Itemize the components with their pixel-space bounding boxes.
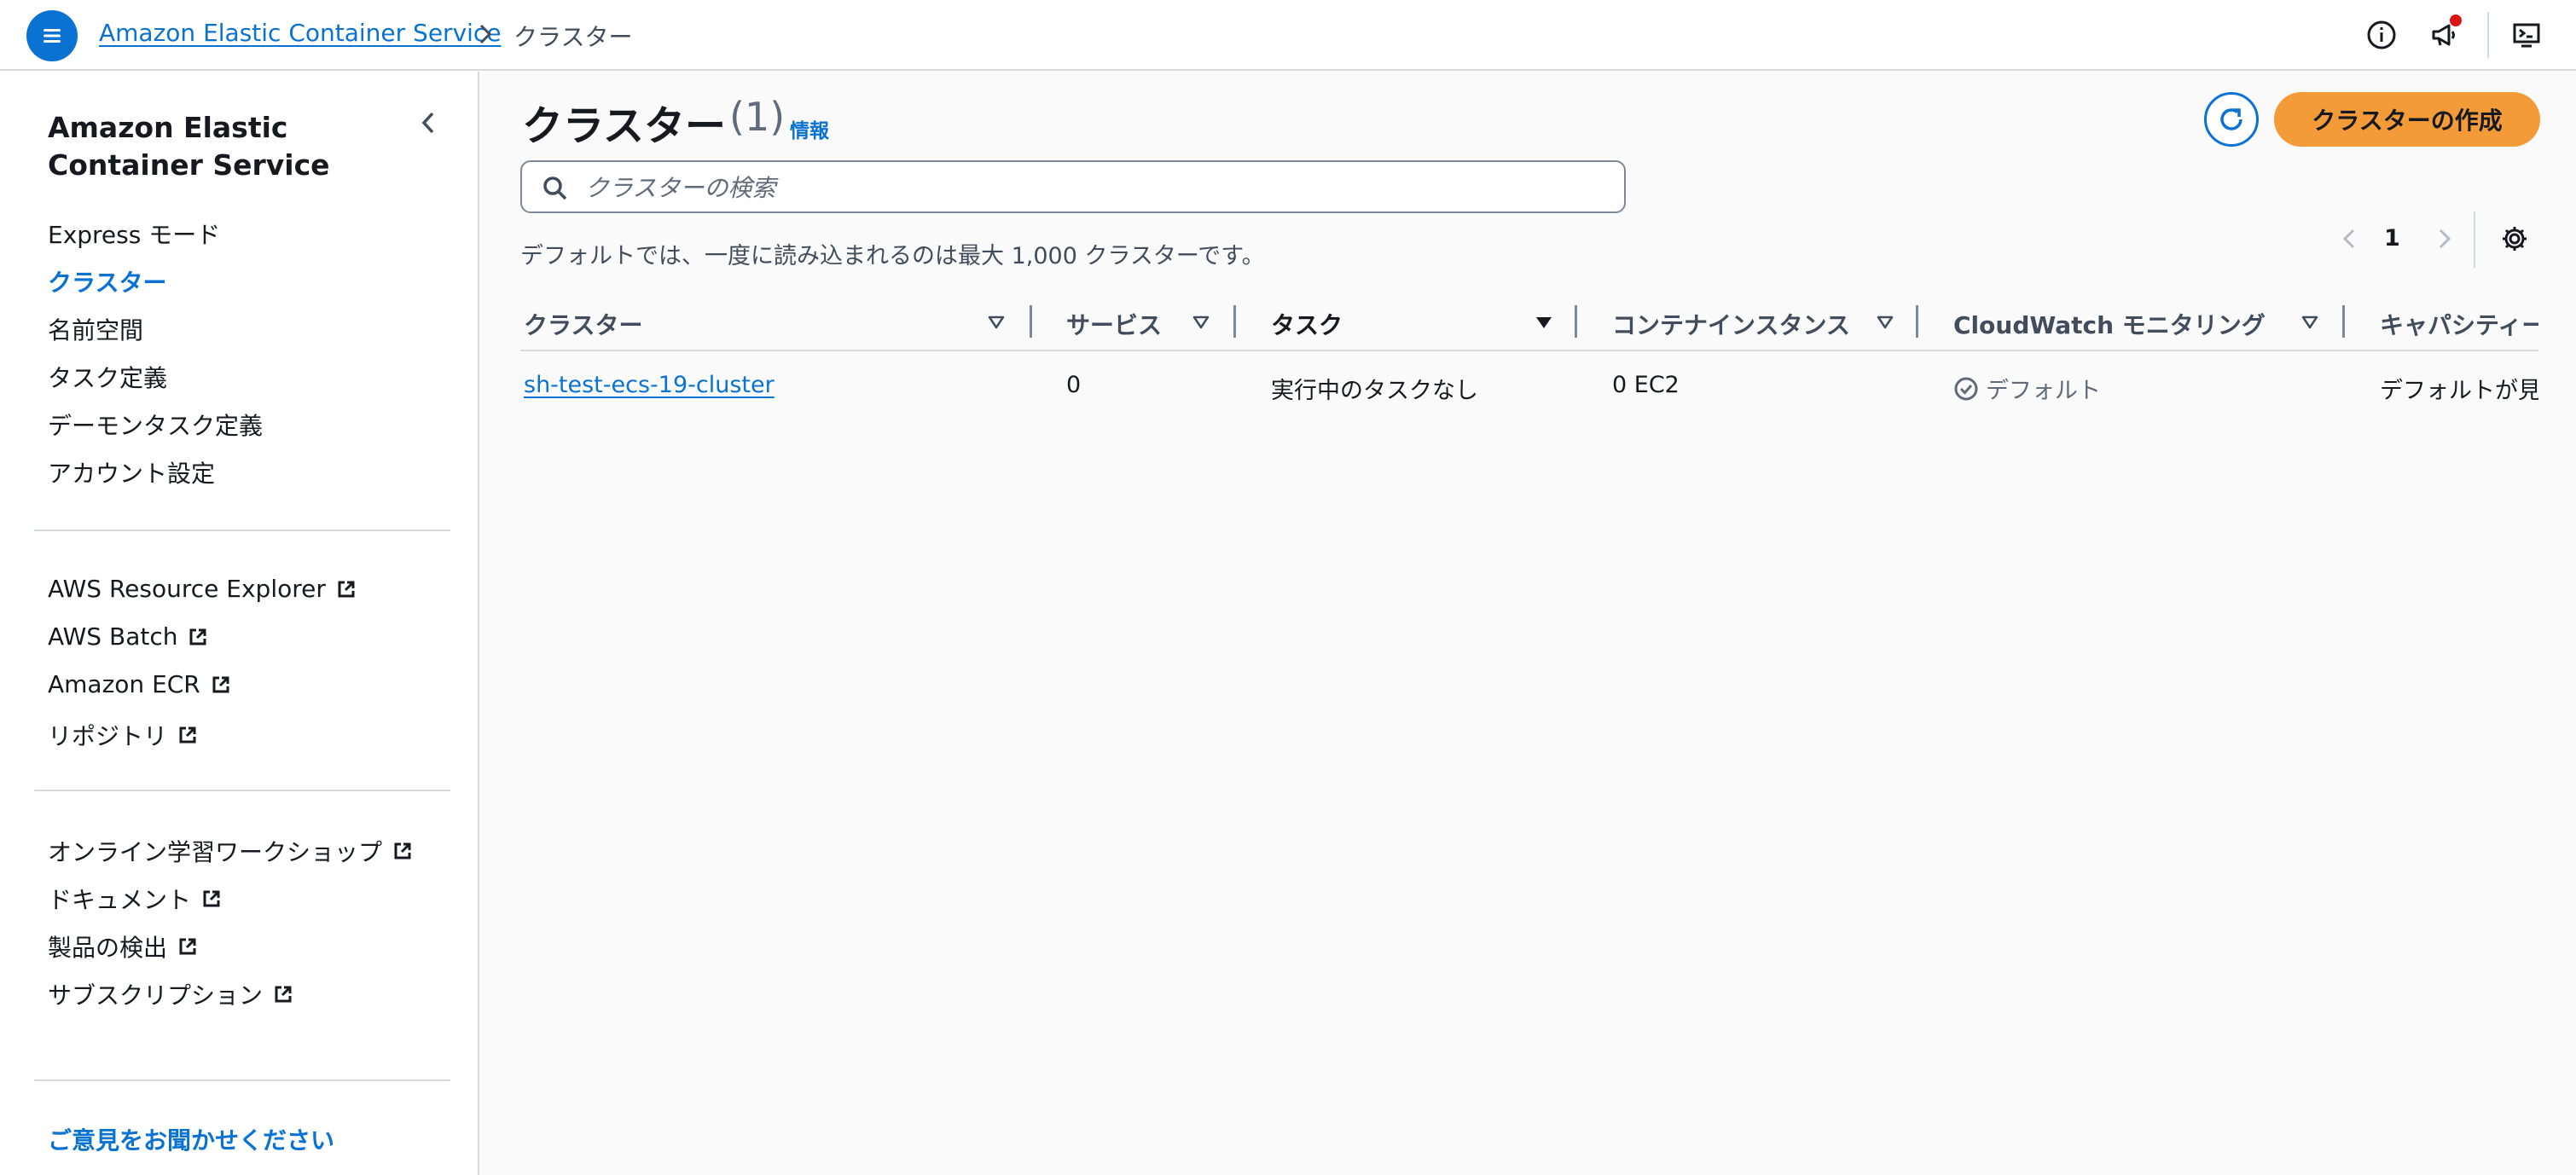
table-preferences-button[interactable] (2498, 222, 2532, 256)
external-link-icon (188, 627, 208, 647)
cloudwatch-cell: デフォルト (1953, 372, 2101, 405)
external-link-icon (336, 579, 357, 599)
breadcrumb-current: クラスター (513, 23, 633, 51)
search-field[interactable] (520, 160, 1626, 213)
sidebar-divider (34, 1079, 450, 1081)
check-circle-icon (1954, 377, 1978, 400)
column-header-cluster[interactable]: クラスター (524, 307, 642, 341)
column-header-services[interactable]: サービス (1066, 307, 1162, 341)
sidebar-item-subscriptions[interactable]: サブスクリプション (48, 977, 293, 1011)
top-navigation-bar: Amazon Elastic Container Service クラスター (0, 0, 2576, 71)
column-header-capacity[interactable]: キャパシティー (2380, 307, 2538, 341)
sidebar-item-label: オンライン学習ワークショップ (48, 838, 383, 866)
sort-icon[interactable] (1875, 312, 1895, 333)
cluster-name-link[interactable]: sh-test-ecs-19-cluster (524, 372, 775, 398)
sidebar-item-resource-explorer[interactable]: AWS Resource Explorer (48, 575, 357, 603)
chevron-left-icon (2342, 229, 2355, 249)
column-resizer[interactable] (1233, 305, 1236, 338)
clusters-table: クラスター サービス タスク コンテナインスタンス CloudWatch モニタ… (520, 298, 2538, 418)
chevron-right-icon (473, 19, 497, 49)
refresh-button[interactable] (2204, 92, 2259, 147)
sidebar-item-amazon-ecr[interactable]: Amazon ECR (48, 670, 231, 698)
sidebar-item-documentation[interactable]: ドキュメント (48, 882, 222, 916)
column-header-tasks[interactable]: タスク (1271, 307, 1343, 341)
info-icon[interactable] (2361, 14, 2402, 55)
table-header-row: クラスター サービス タスク コンテナインスタンス CloudWatch モニタ… (520, 298, 2538, 351)
sidebar-item-label: リポジトリ (48, 722, 168, 750)
sidebar-item-label: クラスター (48, 269, 167, 297)
sidebar-title[interactable]: Amazon Elastic Container Service (48, 109, 406, 184)
sidebar-item-label: Amazon ECR (48, 670, 200, 698)
chevron-left-icon (421, 112, 434, 134)
sidebar-item-label: ドキュメント (48, 886, 192, 914)
sidebar-item-label: 名前空間 (48, 316, 144, 344)
feedback-link[interactable]: ご意見をお聞かせください (48, 1122, 334, 1156)
collapse-sidebar-button[interactable] (413, 107, 444, 138)
current-page-number[interactable]: 1 (2384, 225, 2400, 252)
sidebar-item-clusters[interactable]: クラスター (48, 264, 166, 298)
create-cluster-button[interactable]: クラスターの作成 (2274, 92, 2540, 147)
sidebar-item-label: タスク定義 (48, 364, 168, 392)
external-link-icon (177, 936, 198, 957)
search-input[interactable] (585, 169, 1600, 206)
sidebar-item-discover-products[interactable]: 製品の検出 (48, 929, 198, 964)
topbar-divider (2487, 12, 2489, 58)
sidebar-item-repositories[interactable]: リポジトリ (48, 718, 198, 752)
external-link-icon (177, 725, 198, 745)
info-link[interactable]: 情報 (790, 114, 829, 143)
sidebar-divider (34, 530, 450, 531)
sidebar-item-label: AWS Batch (48, 622, 178, 651)
sidebar-item-daemon-task-definitions[interactable]: デーモンタスク定義 (48, 408, 263, 442)
notification-dot (2450, 14, 2462, 26)
sidebar-item-workshop[interactable]: オンライン学習ワークショップ (48, 834, 413, 868)
gear-icon (2503, 227, 2527, 251)
sidebar-item-express-mode[interactable]: Express モード (48, 217, 220, 251)
external-link-icon (211, 674, 231, 695)
cloudwatch-status-text: デフォルト (1986, 378, 2101, 404)
sort-icon[interactable] (2300, 312, 2320, 333)
breadcrumb-service-link[interactable]: Amazon Elastic Container Service (99, 19, 502, 47)
cluster-count: (1) (729, 94, 786, 140)
menu-button[interactable] (26, 10, 78, 61)
column-resizer[interactable] (2342, 305, 2345, 338)
column-header-container-instances[interactable]: コンテナインスタンス (1612, 307, 1850, 341)
side-navigation: Amazon Elastic Container Service Express… (0, 72, 479, 1175)
column-resizer[interactable] (1916, 305, 1918, 338)
chevron-right-icon (2439, 229, 2451, 249)
sidebar-item-label: 製品の検出 (48, 934, 168, 962)
external-link-icon (273, 984, 293, 1004)
refresh-icon (2220, 108, 2242, 130)
services-cell: 0 (1066, 372, 1082, 398)
sort-descending-icon[interactable] (1534, 312, 1554, 333)
column-resizer[interactable] (1030, 305, 1032, 338)
cloudshell-icon[interactable] (2506, 14, 2547, 55)
notifications-button[interactable] (2424, 14, 2465, 55)
pagination-divider (2474, 211, 2475, 268)
external-link-icon (201, 888, 222, 909)
sidebar-item-label: AWS Resource Explorer (48, 575, 326, 603)
menu-icon (44, 29, 61, 43)
external-link-icon (392, 841, 413, 861)
sidebar-item-task-definitions[interactable]: タスク定義 (48, 360, 167, 394)
column-header-cloudwatch[interactable]: CloudWatch モニタリング (1953, 307, 2266, 341)
capacity-cell: デフォルトが見 (2380, 378, 2538, 404)
sort-icon[interactable] (986, 312, 1007, 333)
sidebar-item-label: サブスクリプション (48, 981, 264, 1010)
sidebar-item-namespaces[interactable]: 名前空間 (48, 312, 143, 346)
sidebar-item-label: デーモンタスク定義 (48, 412, 264, 440)
sidebar-item-label: アカウント設定 (48, 460, 216, 488)
sidebar-item-account-settings[interactable]: アカウント設定 (48, 455, 215, 489)
next-page-button[interactable] (2429, 223, 2460, 254)
tasks-cell: 実行中のタスクなし (1271, 378, 1478, 404)
sidebar-item-label: Express モード (48, 221, 221, 249)
default-load-note: デフォルトでは、一度に読み込まれるのは最大 1,000 クラスターです。 (520, 243, 1265, 269)
page-title: クラスター (522, 102, 727, 150)
sort-icon[interactable] (1191, 312, 1211, 333)
container-instances-cell: 0 EC2 (1612, 372, 1680, 398)
sidebar-item-aws-batch[interactable]: AWS Batch (48, 622, 208, 651)
search-icon (543, 177, 567, 200)
previous-page-button[interactable] (2334, 223, 2364, 254)
column-resizer[interactable] (1575, 305, 1577, 338)
sidebar-divider (34, 790, 450, 791)
